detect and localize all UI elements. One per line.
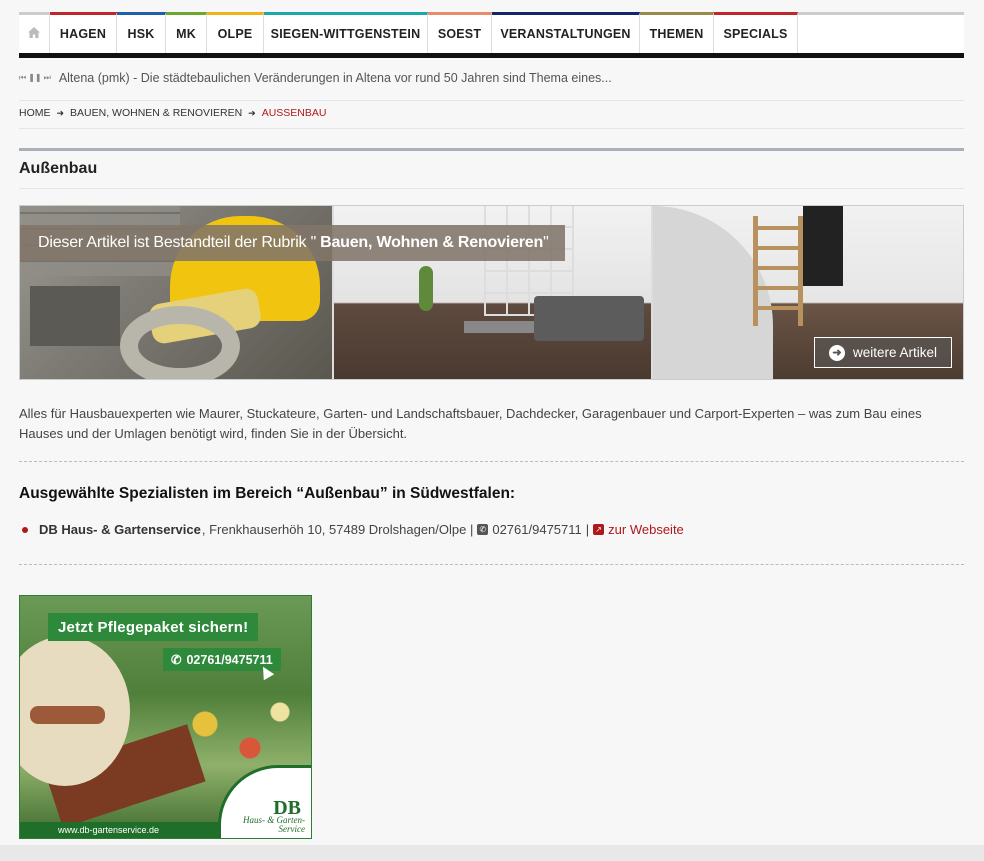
page-title: Außenbau (19, 160, 98, 177)
home-icon (28, 27, 40, 41)
page-footer-strip (0, 845, 984, 861)
breadcrumb-home[interactable]: HOME (19, 107, 51, 119)
ticker-next-icon[interactable]: ⏭ (44, 74, 51, 82)
divider (19, 188, 964, 189)
more-articles-button[interactable]: ➜ weitere Artikel (813, 337, 952, 368)
nav-item-mk[interactable]: MK (166, 12, 207, 53)
intro-text: Alles für Hausbauexperten wie Maurer, St… (19, 406, 922, 441)
website-link[interactable]: zur Webseite (608, 522, 684, 537)
ad-headline: Jetzt Pflegepaket sichern! (48, 613, 259, 641)
list-item: DB Haus- & Gartenservice , Frenkhauserhö… (19, 522, 684, 537)
nav-item-hsk[interactable]: HSK (117, 12, 166, 53)
title-divider (19, 148, 964, 151)
phone-icon: ✆ (477, 524, 489, 535)
arrow-right-icon: ➜ (56, 107, 65, 118)
nav-item-olpe[interactable]: OLPE (207, 12, 264, 53)
external-link-icon: ↗ (593, 524, 605, 535)
divider (19, 100, 964, 101)
ticker-headline[interactable]: Altena (pmk) - Die städtebaulichen Verän… (59, 71, 612, 85)
specialist-phone: 02761/9475711 (492, 522, 582, 537)
dashed-divider (19, 461, 964, 462)
nav-item-themen[interactable]: THEMEN (640, 12, 714, 53)
nav-item-veranstaltungen[interactable]: VERANSTALTUNGEN (492, 12, 640, 53)
breadcrumb-bauen-wohnen[interactable]: BAUEN, WOHNEN & RENOVIEREN (70, 107, 242, 119)
breadcrumb: HOME ➜ BAUEN, WOHNEN & RENOVIEREN ➜ AUSS… (19, 107, 326, 119)
nav-item-hagen[interactable]: HAGEN (50, 12, 117, 53)
specialist-name: DB Haus- & Gartenservice (39, 522, 201, 537)
main-navigation: HAGEN HSK MK OLPE SIEGEN-WITTGENSTEIN SO… (19, 12, 964, 58)
nav-item-soest[interactable]: SOEST (428, 12, 492, 53)
arrow-right-circle-icon: ➜ (828, 344, 845, 361)
specialists-heading: Ausgewählte Spezialisten im Bereich “Auß… (19, 485, 516, 502)
phone-icon: ✆ (171, 653, 182, 667)
dashed-divider (19, 564, 964, 565)
separator: | (585, 522, 590, 537)
ticker-prev-icon[interactable]: ⏮ (19, 74, 26, 82)
nav-item-specials[interactable]: SPECIALS (714, 12, 798, 53)
category-banner[interactable]: Dieser Artikel ist Bestandteil der Rubri… (19, 205, 964, 380)
news-ticker: ⏮ ❚❚ ⏭ Altena (pmk) - Die städtebauliche… (19, 67, 612, 89)
nav-item-siegen-wittgenstein[interactable]: SIEGEN-WITTGENSTEIN (264, 12, 428, 53)
ticker-controls: ⏮ ❚❚ ⏭ (19, 74, 51, 82)
nav-home[interactable] (19, 12, 50, 53)
divider (19, 128, 964, 129)
bullet-icon (22, 526, 28, 533)
advertisement-banner[interactable]: Jetzt Pflegepaket sichern! ✆ 02761/94757… (19, 595, 312, 839)
breadcrumb-current: AUSSENBAU (261, 107, 327, 119)
ticker-pause-icon[interactable]: ❚❚ (28, 74, 41, 82)
arrow-right-icon: ➜ (248, 107, 256, 118)
specialist-address: , Frenkhauserhöh 10, 57489 Drolshagen/Ol… (201, 522, 474, 537)
banner-category-label: Dieser Artikel ist Bestandteil der Rubri… (20, 225, 565, 261)
